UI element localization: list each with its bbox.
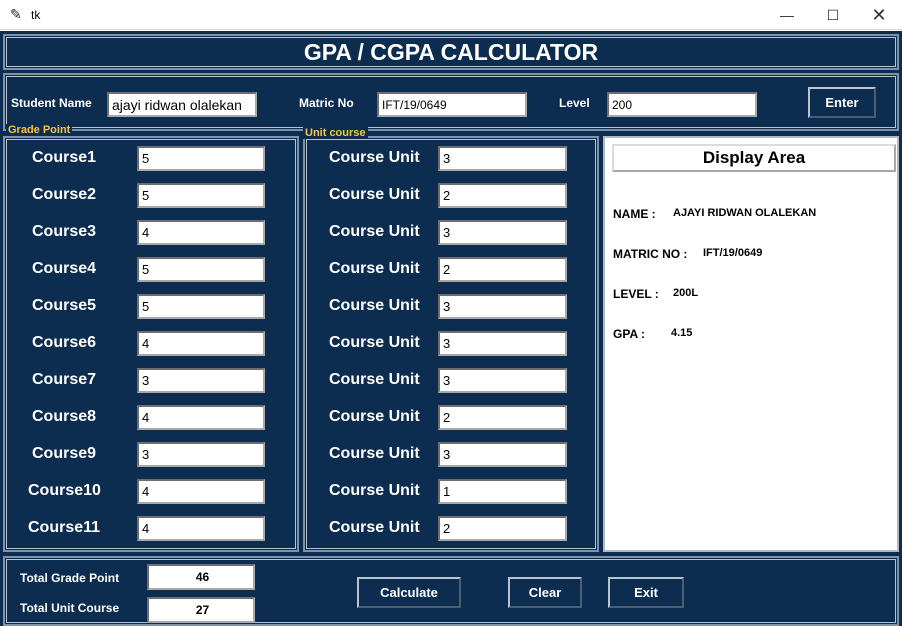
course-unit-field[interactable]: 1: [438, 479, 567, 504]
student-name-label: Student Name: [11, 96, 92, 110]
display-gpa-value: 4.15: [671, 327, 693, 339]
course-unit-field[interactable]: 3: [438, 442, 567, 467]
course-unit-label: Course Unit: [329, 186, 420, 203]
display-matric-key: MATRIC NO :: [613, 247, 688, 261]
course-unit-field[interactable]: 2: [438, 516, 567, 541]
course-unit-label: Course Unit: [329, 408, 420, 425]
course-unit-label: Course Unit: [329, 297, 420, 314]
course-name-label: Course5: [32, 297, 97, 314]
grade-point-field[interactable]: 3: [137, 368, 265, 393]
display-level-value: 200L: [673, 287, 699, 299]
total-unit-course-label: Total Unit Course: [20, 601, 120, 615]
feather-icon: ✎: [10, 6, 22, 22]
course-name-label: Course6: [32, 334, 97, 351]
clear-button[interactable]: Clear: [508, 577, 582, 608]
course-unit-field[interactable]: 2: [438, 183, 567, 208]
total-grade-point-field[interactable]: 46: [147, 564, 255, 590]
grade-point-field[interactable]: 5: [137, 146, 265, 171]
grade-point-field[interactable]: 5: [137, 183, 265, 208]
header-panel: GPA / CGPA CALCULATOR: [3, 34, 899, 70]
course-unit-field[interactable]: 3: [438, 294, 567, 319]
course-name-label: Course8: [32, 408, 97, 425]
display-name-key: NAME :: [613, 207, 656, 221]
total-grade-point-label: Total Grade Point: [20, 571, 120, 585]
minimize-icon[interactable]: —: [764, 0, 810, 30]
display-matric-value: IFT/19/0649: [703, 247, 763, 259]
maximize-icon[interactable]: ☐: [810, 0, 856, 30]
exit-button[interactable]: Exit: [608, 577, 684, 608]
course-unit-label: Course Unit: [329, 519, 420, 536]
total-unit-course-field[interactable]: 27: [147, 597, 255, 623]
course-unit-field[interactable]: 3: [438, 331, 567, 356]
grade-point-field[interactable]: 4: [137, 331, 265, 356]
grade-point-field[interactable]: 4: [137, 479, 265, 504]
grade-point-field[interactable]: 5: [137, 257, 265, 282]
grade-point-field[interactable]: 4: [137, 220, 265, 245]
course-name-label: Course4: [32, 260, 97, 277]
course-unit-label: Course Unit: [329, 371, 420, 388]
unit-course-frame-title: Unit course: [303, 127, 368, 139]
display-area: Display Area NAME : AJAYI RIDWAN OLALEKA…: [603, 136, 899, 552]
course-name-label: Course1: [32, 149, 97, 166]
grade-point-field[interactable]: 4: [137, 405, 265, 430]
close-icon[interactable]: ✕: [856, 0, 902, 30]
student-name-field[interactable]: ajayi ridwan olalekan: [107, 92, 257, 117]
window-title: tk: [31, 8, 41, 22]
app-window: GPA / CGPA CALCULATOR Student Name ajayi…: [0, 31, 902, 626]
course-unit-field[interactable]: 3: [438, 368, 567, 393]
course-name-label: Course3: [32, 223, 97, 240]
display-gpa-key: GPA :: [613, 327, 645, 341]
course-unit-label: Course Unit: [329, 149, 420, 166]
course-name-label: Course2: [32, 186, 97, 203]
course-unit-field[interactable]: 3: [438, 146, 567, 171]
title-bar: ✎ tk — ☐ ✕: [0, 0, 902, 30]
course-name-label: Course7: [32, 371, 97, 388]
course-unit-field[interactable]: 3: [438, 220, 567, 245]
course-unit-label: Course Unit: [329, 482, 420, 499]
page-title: GPA / CGPA CALCULATOR: [303, 38, 599, 65]
calculate-button[interactable]: Calculate: [357, 577, 461, 608]
grade-point-field[interactable]: 4: [137, 516, 265, 541]
course-unit-label: Course Unit: [329, 334, 420, 351]
level-label: Level: [559, 96, 590, 110]
grade-point-frame-title: Grade Point: [6, 124, 73, 136]
grade-point-field[interactable]: 3: [137, 442, 265, 467]
level-field[interactable]: 200: [607, 92, 757, 117]
course-unit-field[interactable]: 2: [438, 257, 567, 282]
course-unit-label: Course Unit: [329, 445, 420, 462]
display-area-title: Display Area: [612, 144, 896, 172]
course-name-label: Course10: [28, 482, 101, 499]
display-level-key: LEVEL :: [613, 287, 659, 301]
matric-no-label: Matric No: [299, 96, 354, 110]
course-name-label: Course11: [28, 519, 101, 536]
grade-point-field[interactable]: 5: [137, 294, 265, 319]
course-unit-label: Course Unit: [329, 223, 420, 240]
matric-no-field[interactable]: IFT/19/0649: [377, 92, 527, 117]
course-unit-label: Course Unit: [329, 260, 420, 277]
course-unit-field[interactable]: 2: [438, 405, 567, 430]
enter-button[interactable]: Enter: [808, 87, 876, 118]
course-name-label: Course9: [32, 445, 97, 462]
display-name-value: AJAYI RIDWAN OLALEKAN: [673, 207, 817, 219]
